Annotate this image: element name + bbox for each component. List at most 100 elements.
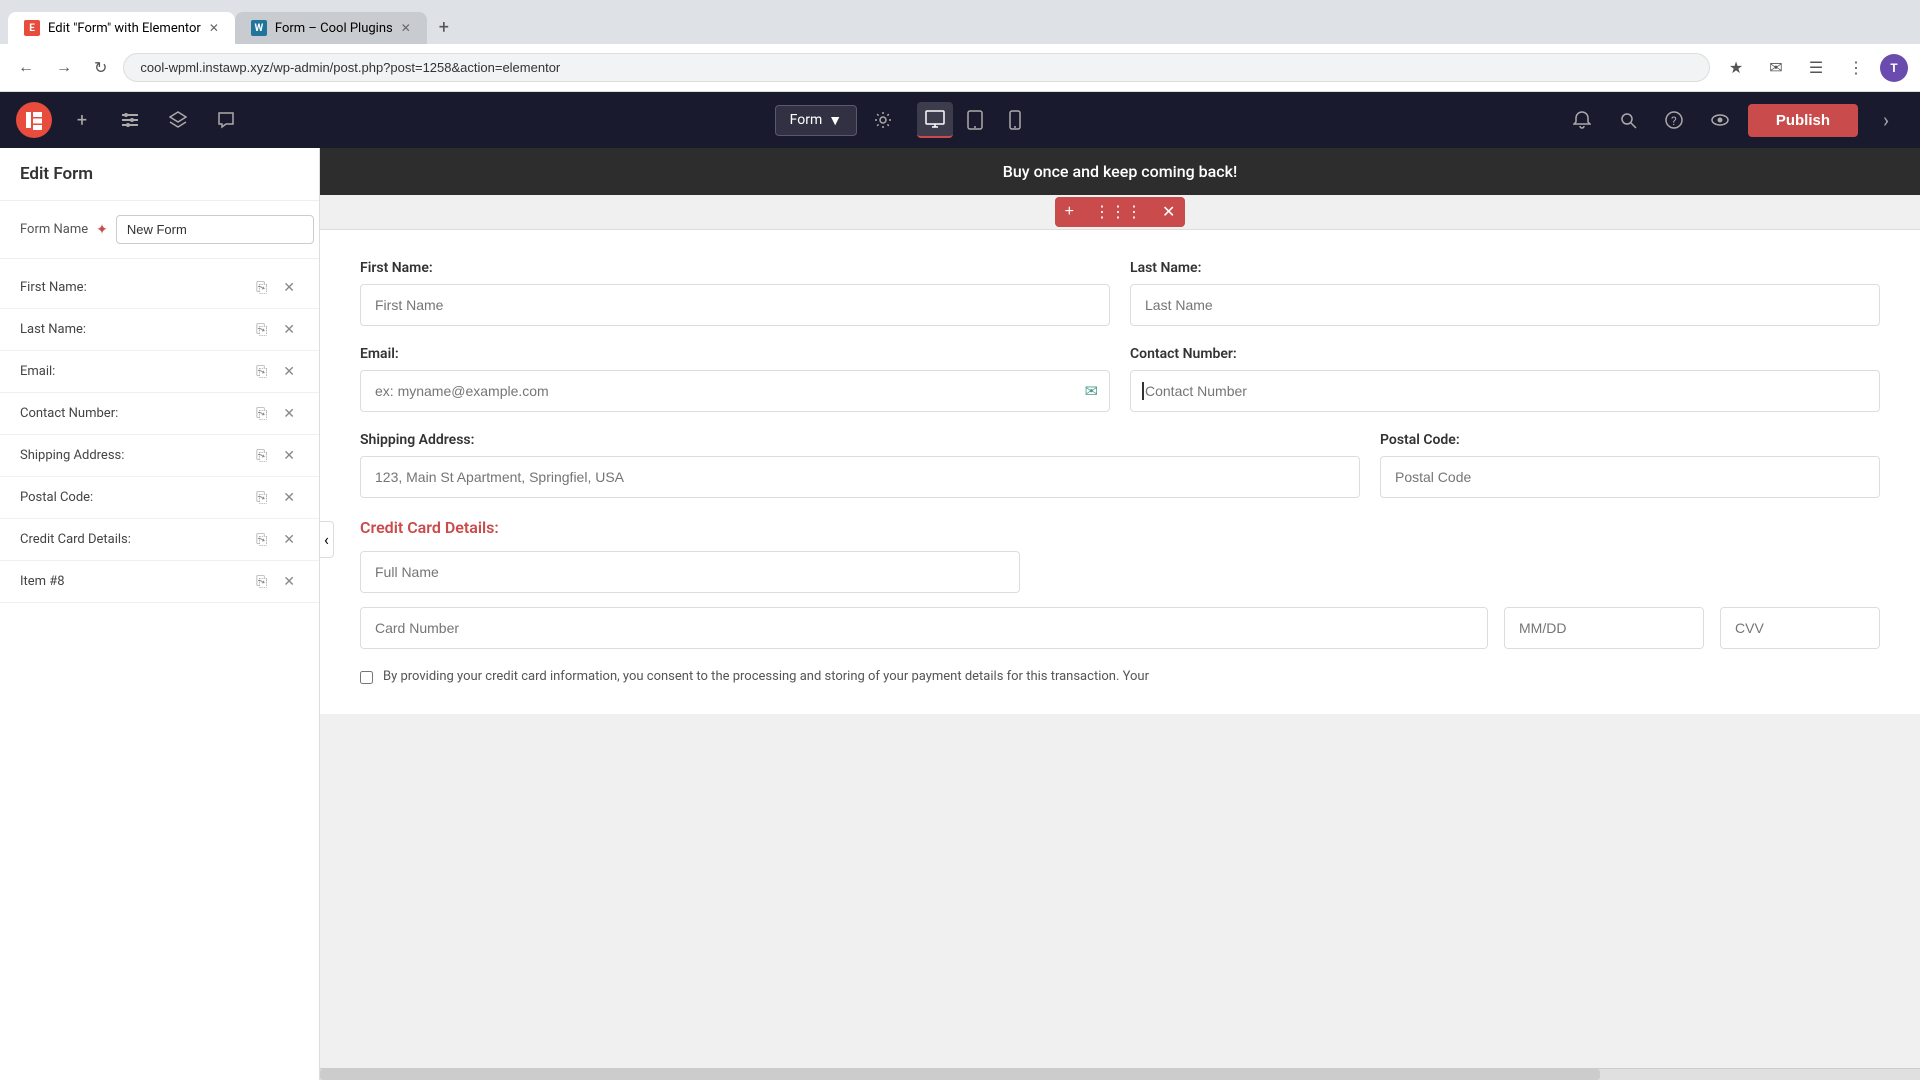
last-name-input[interactable] xyxy=(1130,284,1880,326)
tab-close-1[interactable]: ✕ xyxy=(209,21,219,35)
field-label-postal: Postal Code: xyxy=(20,490,252,505)
cvv-input[interactable] xyxy=(1720,607,1880,649)
consent-checkbox[interactable] xyxy=(360,671,373,684)
help-button[interactable]: ? xyxy=(1656,102,1692,138)
shipping-label: Shipping Address: xyxy=(360,432,1360,448)
contact-input[interactable] xyxy=(1130,370,1880,412)
field-item-firstname[interactable]: First Name: ⎘ ✕ xyxy=(0,267,319,309)
email-input[interactable] xyxy=(360,370,1110,412)
postal-group: Postal Code: xyxy=(1380,432,1880,498)
first-name-label: First Name: xyxy=(360,260,1110,276)
copy-field-firstname[interactable]: ⎘ xyxy=(252,277,271,298)
field-label-shipping: Shipping Address: xyxy=(20,448,252,463)
delete-field-postal[interactable]: ✕ xyxy=(279,487,299,508)
postal-input[interactable] xyxy=(1380,456,1880,498)
copy-field-contact[interactable]: ⎘ xyxy=(252,403,271,424)
desktop-view-button[interactable] xyxy=(917,102,953,138)
remove-section-button[interactable]: ✕ xyxy=(1152,197,1185,227)
full-name-input[interactable] xyxy=(360,551,1020,593)
delete-field-lastname[interactable]: ✕ xyxy=(279,319,299,340)
publish-button[interactable]: Publish xyxy=(1748,104,1858,137)
scrollbar-thumb[interactable] xyxy=(320,1069,1600,1080)
comments-button[interactable] xyxy=(208,102,244,138)
form-name-input[interactable] xyxy=(116,215,314,244)
field-item-item8[interactable]: Item #8 ⎘ ✕ xyxy=(0,561,319,603)
credit-card-label: Credit Card Details: xyxy=(360,518,1880,537)
add-element-button[interactable]: + xyxy=(64,102,100,138)
active-tab-title: Edit "Form" with Elementor xyxy=(48,21,201,36)
delete-field-creditcard[interactable]: ✕ xyxy=(279,529,299,550)
panel-collapse-button[interactable]: ‹ xyxy=(320,521,334,558)
search-button[interactable] xyxy=(1610,102,1646,138)
card-details-row xyxy=(360,607,1880,649)
tab-favicon-2: W xyxy=(251,20,267,36)
cursor-indicator xyxy=(1142,382,1144,400)
url-bar[interactable] xyxy=(123,53,1710,82)
shipping-group: Shipping Address: xyxy=(360,432,1360,498)
field-item-postal[interactable]: Postal Code: ⎘ ✕ xyxy=(0,477,319,519)
settings-panel-button[interactable] xyxy=(112,102,148,138)
section-toolbar: + ⋮⋮⋮ ✕ xyxy=(1055,197,1186,227)
field-label-firstname: First Name: xyxy=(20,280,252,295)
horizontal-scrollbar[interactable] xyxy=(320,1068,1920,1080)
field-item-contact[interactable]: Contact Number: ⎘ ✕ xyxy=(0,393,319,435)
reload-button[interactable]: ↻ xyxy=(88,54,113,82)
extensions-icon[interactable]: ☰ xyxy=(1800,52,1832,84)
expiry-input[interactable] xyxy=(1504,607,1704,649)
contact-number-group: Contact Number: xyxy=(1130,346,1880,412)
back-button[interactable]: ← xyxy=(12,55,40,81)
delete-field-firstname[interactable]: ✕ xyxy=(279,277,299,298)
elementor-logo[interactable] xyxy=(16,102,52,138)
mobile-view-button[interactable] xyxy=(997,102,1033,138)
field-item-lastname[interactable]: Last Name: ⎘ ✕ xyxy=(0,309,319,351)
inactive-tab[interactable]: W Form – Cool Plugins ✕ xyxy=(235,12,427,44)
name-row: First Name: Last Name: xyxy=(360,260,1880,326)
form-settings-button[interactable] xyxy=(865,102,901,138)
active-tab[interactable]: E Edit "Form" with Elementor ✕ xyxy=(8,12,235,44)
copy-field-creditcard[interactable]: ⎘ xyxy=(252,529,271,550)
tablet-view-button[interactable] xyxy=(957,102,993,138)
drag-section-button[interactable]: ⋮⋮⋮ xyxy=(1084,197,1152,227)
field-item-creditcard[interactable]: Credit Card Details: ⎘ ✕ xyxy=(0,519,319,561)
delete-field-item8[interactable]: ✕ xyxy=(279,571,299,592)
preview-button[interactable] xyxy=(1702,102,1738,138)
delete-field-contact[interactable]: ✕ xyxy=(279,403,299,424)
field-label-lastname: Last Name: xyxy=(20,322,252,337)
form-selector-dropdown[interactable]: Form ▼ xyxy=(775,105,857,136)
bookmark-icon[interactable]: ★ xyxy=(1720,52,1752,84)
consent-text: By providing your credit card informatio… xyxy=(383,669,1149,684)
contact-row: Email: ✉ Contact Number: xyxy=(360,346,1880,412)
copy-field-shipping[interactable]: ⎘ xyxy=(252,445,271,466)
card-number-input[interactable] xyxy=(360,607,1488,649)
field-item-shipping[interactable]: Shipping Address: ⎘ ✕ xyxy=(0,435,319,477)
delete-field-email[interactable]: ✕ xyxy=(279,361,299,382)
first-name-input[interactable] xyxy=(360,284,1110,326)
copy-field-email[interactable]: ⎘ xyxy=(252,361,271,382)
delete-field-shipping[interactable]: ✕ xyxy=(279,445,299,466)
mail-icon[interactable]: ✉ xyxy=(1760,52,1792,84)
promo-text: Buy once and keep coming back! xyxy=(1003,162,1237,181)
field-label-contact: Contact Number: xyxy=(20,406,252,421)
shipping-row: Shipping Address: Postal Code: xyxy=(360,432,1880,498)
shipping-input[interactable] xyxy=(360,456,1360,498)
more-icon[interactable]: ⋮ xyxy=(1840,52,1872,84)
layers-button[interactable] xyxy=(160,102,196,138)
copy-field-postal[interactable]: ⎘ xyxy=(252,487,271,508)
field-item-email[interactable]: Email: ⎘ ✕ xyxy=(0,351,319,393)
profile-avatar[interactable]: T xyxy=(1880,54,1908,82)
consent-row: By providing your credit card informatio… xyxy=(360,669,1880,684)
copy-field-item8[interactable]: ⎘ xyxy=(252,571,271,592)
form-name-star-icon: ✦ xyxy=(96,222,108,238)
more-options-button[interactable]: › xyxy=(1868,102,1904,138)
forward-button[interactable]: → xyxy=(50,55,78,81)
tab-close-2[interactable]: ✕ xyxy=(401,21,411,35)
promo-bar: Buy once and keep coming back! xyxy=(320,148,1920,195)
edit-form-title: Edit Form xyxy=(20,164,299,184)
notifications-button[interactable] xyxy=(1564,102,1600,138)
last-name-label: Last Name: xyxy=(1130,260,1880,276)
new-tab-button[interactable]: + xyxy=(427,11,461,44)
first-name-group: First Name: xyxy=(360,260,1110,326)
add-section-button[interactable]: + xyxy=(1055,198,1084,226)
form-container: First Name: Last Name: Email: ✉ xyxy=(320,230,1920,714)
copy-field-lastname[interactable]: ⎘ xyxy=(252,319,271,340)
